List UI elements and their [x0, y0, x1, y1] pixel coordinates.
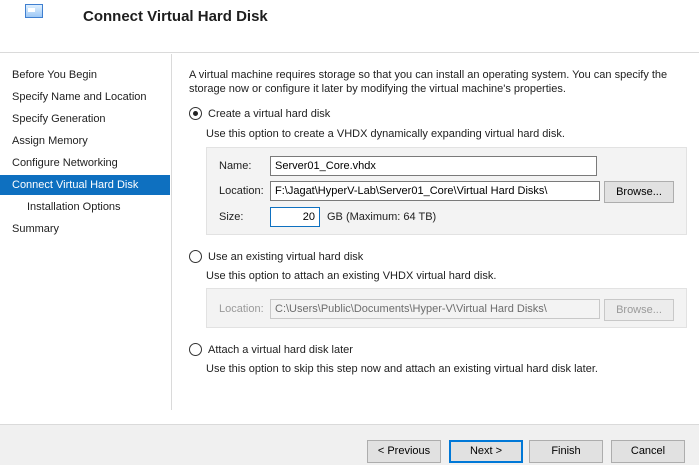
sidebar-item-name-location[interactable]: Specify Name and Location [0, 87, 170, 107]
browse-location-button[interactable]: Browse... [604, 181, 674, 203]
sidebar-item-networking[interactable]: Configure Networking [0, 153, 170, 173]
sidebar-item-connect-vhd[interactable]: Connect Virtual Hard Disk [0, 175, 170, 195]
existing-vhd-group: Location: Browse... [206, 288, 687, 328]
location-label: Location: [219, 185, 264, 197]
existing-location-label: Location: [219, 303, 264, 315]
create-vhd-option[interactable]: Create a virtual hard disk [189, 107, 330, 120]
sidebar-item-memory[interactable]: Assign Memory [0, 131, 170, 151]
name-label: Name: [219, 160, 252, 172]
next-button[interactable]: Next > [449, 440, 523, 463]
vhd-name-field[interactable] [270, 156, 597, 176]
existing-vhd-label: Use an existing virtual hard disk [208, 250, 364, 263]
wizard-steps-sidebar: Before You Begin Specify Name and Locati… [0, 54, 172, 410]
size-label: Size: [219, 211, 244, 223]
size-unit-text: GB (Maximum: 64 TB) [327, 211, 437, 223]
vhd-size-field[interactable] [270, 207, 320, 227]
existing-location-field[interactable] [270, 299, 600, 319]
existing-vhd-radio[interactable] [189, 250, 202, 263]
sidebar-item-installation-options[interactable]: Installation Options [0, 197, 170, 217]
existing-vhd-description: Use this option to attach an existing VH… [206, 270, 497, 282]
cancel-button[interactable]: Cancel [611, 440, 685, 463]
attach-later-label: Attach a virtual hard disk later [208, 343, 353, 356]
create-vhd-group: Name: Location: Browse... Size: GB (Maxi… [206, 147, 687, 235]
create-vhd-description: Use this option to create a VHDX dynamic… [206, 128, 565, 140]
attach-later-description: Use this option to skip this step now an… [206, 363, 598, 375]
finish-button[interactable]: Finish [529, 440, 603, 463]
intro-text: A virtual machine requires storage so th… [189, 69, 668, 95]
virtual-disk-icon [25, 4, 43, 18]
previous-button[interactable]: < Previous [367, 440, 441, 463]
sidebar-item-summary[interactable]: Summary [0, 219, 170, 239]
create-vhd-radio[interactable] [189, 107, 202, 120]
browse-existing-button[interactable]: Browse... [604, 299, 674, 321]
existing-vhd-option[interactable]: Use an existing virtual hard disk [189, 250, 363, 263]
vhd-location-field[interactable] [270, 181, 600, 201]
create-vhd-label: Create a virtual hard disk [208, 107, 331, 120]
wizard-header: Connect Virtual Hard Disk [0, 0, 699, 53]
wizard-footer: < Previous Next > Finish Cancel [0, 424, 699, 465]
sidebar-item-generation[interactable]: Specify Generation [0, 109, 170, 129]
attach-later-radio[interactable] [189, 343, 202, 356]
attach-later-option[interactable]: Attach a virtual hard disk later [189, 343, 353, 356]
sidebar-item-before-you-begin[interactable]: Before You Begin [0, 65, 170, 85]
wizard-content: A virtual machine requires storage so th… [173, 54, 699, 410]
page-title: Connect Virtual Hard Disk [83, 8, 268, 25]
